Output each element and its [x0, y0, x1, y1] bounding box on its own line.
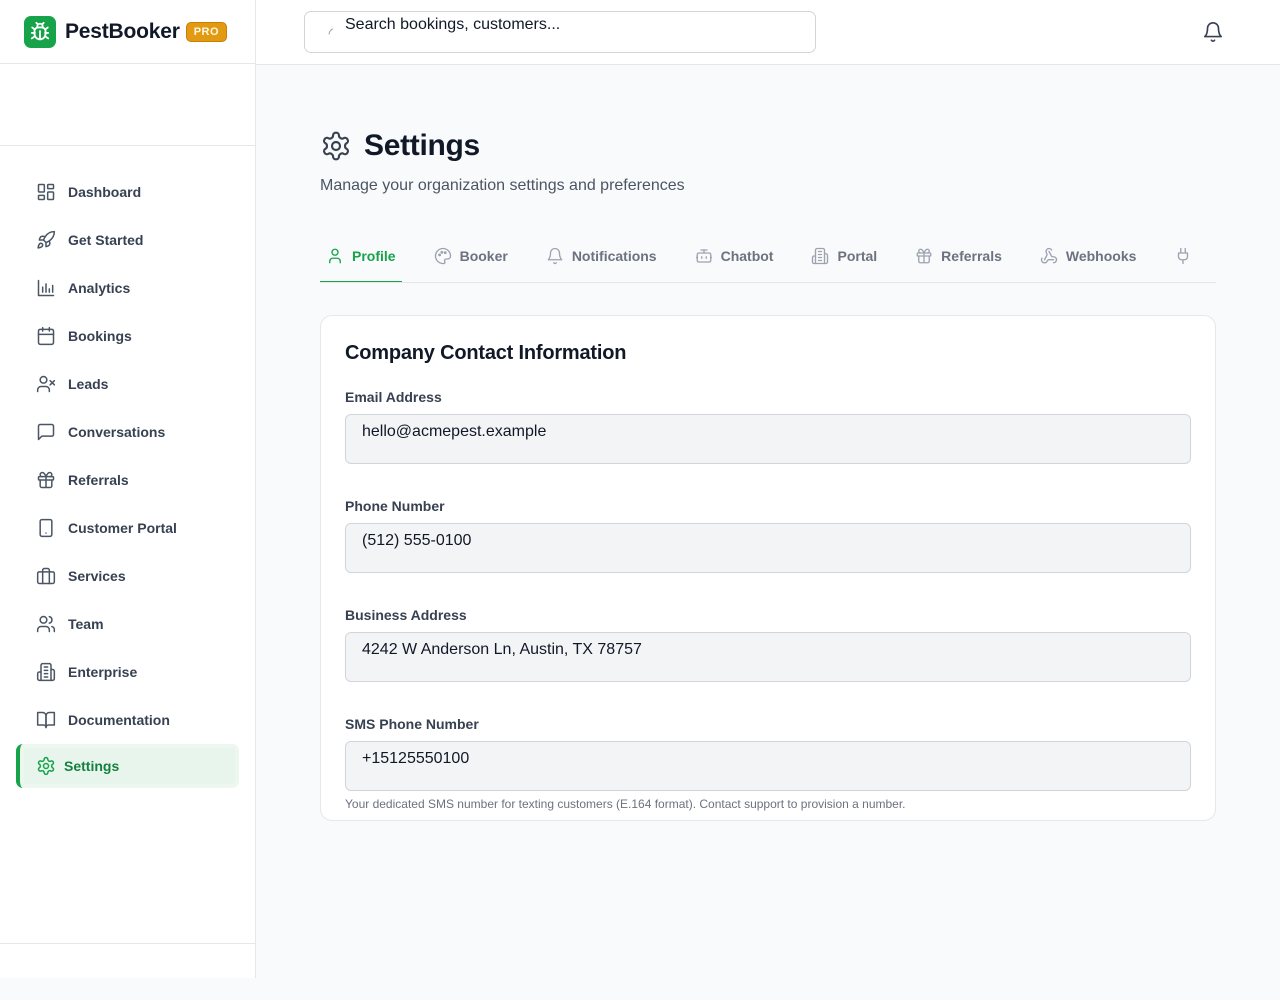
search-icon: [328, 28, 333, 35]
tab-label: Notifications: [571, 248, 657, 264]
sidebar-item-leads[interactable]: Leads: [0, 360, 255, 408]
bug-logo-icon: [24, 15, 56, 48]
tab-profile[interactable]: Profile: [320, 231, 402, 282]
gift-icon: [37, 471, 55, 489]
sidebar-item-customer-portal[interactable]: Customer Portal: [0, 504, 255, 552]
sidebar-item-label: Customer Portal: [68, 520, 177, 536]
sms-phone-field[interactable]: [345, 741, 1191, 791]
tab-notifications[interactable]: Notifications: [540, 231, 663, 282]
sidebar-item-bookings[interactable]: Bookings: [0, 312, 255, 360]
topbar: Search bookings, customers...: [256, 0, 1280, 65]
tab-portal[interactable]: Portal: [805, 231, 883, 282]
user-x-icon: [36, 375, 56, 393]
phone-field-group: Phone Number: [345, 498, 1191, 573]
webhook-icon: [1040, 247, 1057, 264]
page-subtitle: Manage your organization settings and pr…: [320, 177, 685, 194]
brand-name: PestBooker: [65, 19, 180, 43]
brand[interactable]: PestBooker PRO: [0, 0, 255, 64]
sidebar-item-dashboard[interactable]: Dashboard: [0, 168, 255, 216]
tab-label: Portal: [837, 248, 878, 264]
sidebar-item-settings[interactable]: Settings: [16, 744, 239, 788]
sidebar: PestBooker PRO Dashboard Get Started Ana…: [0, 0, 256, 978]
search-input-value: Search bookings, customers...: [345, 16, 561, 33]
sidebar-item-enterprise[interactable]: Enterprise: [0, 648, 255, 696]
sidebar-item-label: Leads: [68, 376, 109, 392]
building-icon: [812, 247, 829, 265]
sidebar-item-analytics[interactable]: Analytics: [0, 264, 255, 312]
gear-icon: [37, 756, 55, 776]
sidebar-item-team[interactable]: Team: [0, 600, 255, 648]
sms-field-group: SMS Phone Number Your dedicated SMS numb…: [345, 716, 1191, 811]
sidebar-footer-divider: [0, 943, 255, 944]
sidebar-item-referrals[interactable]: Referrals: [0, 456, 255, 504]
briefcase-icon: [36, 567, 56, 585]
sms-label: SMS Phone Number: [345, 716, 479, 732]
sidebar-item-label: Services: [68, 568, 126, 584]
gift-icon: [916, 248, 932, 264]
sms-help-text: Your dedicated SMS number for texting cu…: [345, 797, 906, 811]
phone-label: Phone Number: [345, 498, 445, 514]
card-title: Company Contact Information: [345, 342, 627, 364]
page-header: Settings Manage your organization settin…: [320, 129, 685, 195]
sidebar-item-documentation[interactable]: Documentation: [0, 696, 255, 744]
tab-label: Chatbot: [720, 248, 774, 264]
plan-badge: PRO: [185, 21, 228, 42]
sidebar-item-get-started[interactable]: Get Started: [0, 216, 255, 264]
tab-label: Profile: [352, 248, 396, 264]
gear-icon: [323, 131, 349, 161]
tab-webhooks[interactable]: Webhooks: [1034, 231, 1143, 282]
plug-icon: [1178, 247, 1189, 265]
email-field-group: Email Address: [345, 389, 1191, 464]
email-label: Email Address: [345, 389, 442, 405]
palette-icon: [434, 247, 451, 265]
sidebar-item-label: Settings: [64, 758, 120, 774]
tab-label: Referrals: [941, 248, 1002, 264]
settings-tabs: Profile Booker Notifications Chatbot Por…: [320, 231, 1216, 283]
phone-field[interactable]: [345, 523, 1191, 573]
rocket-icon: [37, 230, 56, 249]
sidebar-item-label: Analytics: [68, 280, 131, 296]
calendar-icon: [37, 326, 55, 346]
tab-label: Webhooks: [1065, 248, 1137, 264]
dashboard-icon: [37, 183, 55, 201]
address-field[interactable]: [345, 632, 1191, 682]
tab-integrations[interactable]: [1168, 231, 1206, 282]
main-content: Settings Manage your organization settin…: [256, 65, 1280, 978]
tab-referrals[interactable]: Referrals: [909, 231, 1008, 282]
message-icon: [37, 423, 55, 441]
bot-icon: [695, 249, 712, 263]
sidebar-item-services[interactable]: Services: [0, 552, 255, 600]
bar-chart-icon: [37, 279, 55, 297]
sidebar-item-conversations[interactable]: Conversations: [0, 408, 255, 456]
tab-booker[interactable]: Booker: [428, 231, 514, 282]
users-icon: [36, 615, 56, 633]
sidebar-item-label: Conversations: [68, 424, 166, 440]
sidebar-item-label: Dashboard: [68, 184, 142, 200]
email-field[interactable]: [345, 414, 1191, 464]
sidebar-item-label: Get Started: [68, 232, 144, 248]
address-field-group: Business Address: [345, 607, 1191, 682]
address-label: Business Address: [345, 607, 467, 623]
tablet-icon: [39, 518, 53, 538]
search-input[interactable]: Search bookings, customers...: [304, 11, 816, 53]
book-icon: [36, 711, 56, 729]
sidebar-item-label: Bookings: [68, 328, 132, 344]
tab-chatbot[interactable]: Chatbot: [689, 231, 780, 282]
sidebar-spacer: [0, 64, 255, 146]
sidebar-nav: Dashboard Get Started Analytics Bookings…: [0, 146, 255, 788]
bell-icon: [547, 247, 563, 265]
sidebar-item-label: Team: [68, 616, 104, 632]
contact-info-card: Company Contact Information Email Addres…: [320, 315, 1216, 821]
tab-label: Booker: [459, 248, 508, 264]
user-icon: [329, 248, 341, 264]
sidebar-item-label: Referrals: [68, 472, 129, 488]
sidebar-item-label: Enterprise: [68, 664, 138, 680]
sidebar-item-label: Documentation: [68, 712, 170, 728]
building-icon: [36, 662, 56, 682]
page-title: Settings: [364, 129, 480, 162]
bell-icon[interactable]: [1202, 21, 1224, 43]
